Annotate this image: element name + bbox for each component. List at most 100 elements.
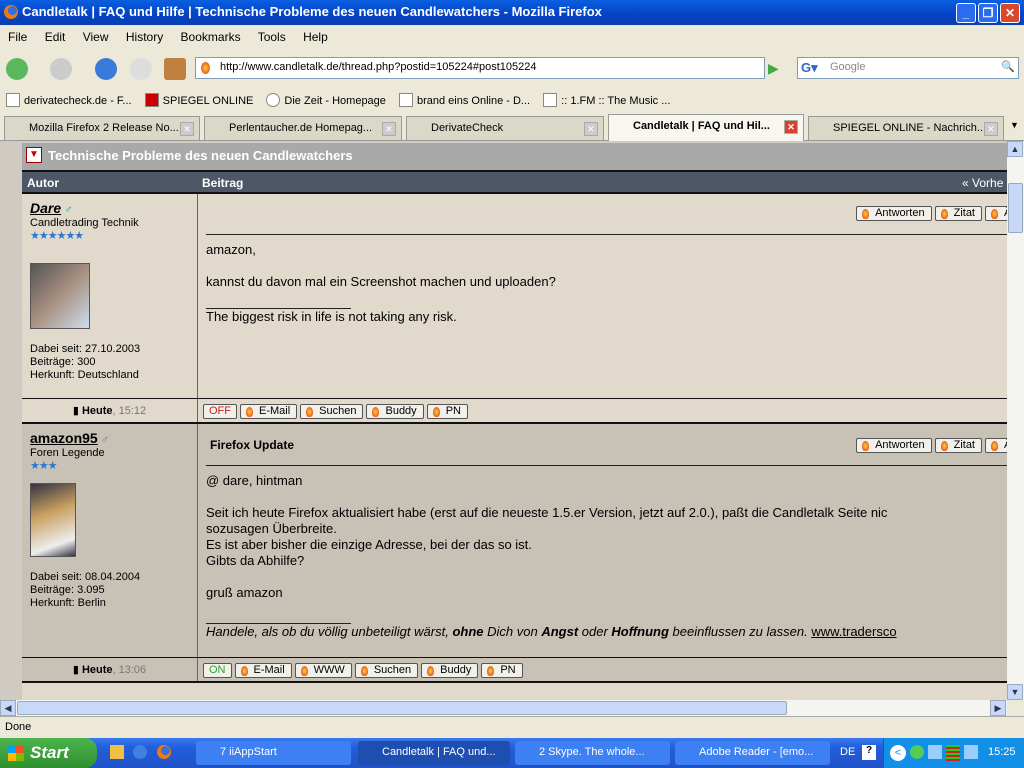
edit-button[interactable]: Ä (985, 206, 1007, 221)
url-text: http://www.candletalk.de/thread.php?post… (220, 61, 537, 73)
vertical-scrollbar[interactable]: ▲ ▼ (1007, 141, 1024, 700)
tray-expand-icon[interactable]: < (890, 745, 906, 761)
signature-link[interactable]: www.tradersco (811, 624, 896, 639)
post-time: , 13:06 (112, 664, 147, 676)
url-bar[interactable]: http://www.candletalk.de/thread.php?post… (195, 57, 779, 79)
menu-bookmarks[interactable]: Bookmarks (181, 30, 241, 44)
security-icon[interactable] (910, 745, 924, 759)
email-button[interactable]: E-Mail (234, 663, 292, 678)
reply-button[interactable]: Antworten (856, 438, 932, 453)
reply-button[interactable]: Antworten (856, 206, 932, 221)
scroll-up-icon[interactable]: ▲ (1007, 141, 1023, 157)
post-count: Beiträge: 3.095 (30, 584, 105, 596)
tab-spiegel[interactable]: SPIEGEL ONLINE - Nachrich... ✕ (808, 116, 1004, 140)
task-candletalk[interactable]: Candletalk | FAQ und... (358, 741, 510, 765)
menu-edit[interactable]: Edit (45, 30, 66, 44)
network-icon[interactable] (964, 745, 978, 759)
bookmark-item[interactable]: brand eins Online - D... (398, 93, 530, 107)
rank-stars: ★★★ (30, 460, 58, 472)
post-line: Seit ich heute Firefox aktualisiert habe… (206, 505, 888, 520)
minimize-button[interactable]: _ (956, 3, 976, 23)
google-icon[interactable]: G▾ (801, 60, 818, 76)
horizontal-scrollbar[interactable]: ◀ ▶ (0, 700, 1007, 716)
system-tray: < 15:25 (883, 738, 1024, 768)
search-magnifier-icon[interactable]: 🔍 (1001, 60, 1015, 73)
www-button[interactable]: WWW (294, 663, 352, 678)
post-line: kannst du davon mal ein Screenshot mache… (206, 274, 556, 289)
username[interactable]: Dare (30, 200, 61, 216)
close-tab-icon[interactable]: ✕ (382, 122, 396, 136)
bookmark-item[interactable]: Die Zeit - Homepage (266, 93, 386, 107)
close-tab-icon[interactable]: ✕ (584, 122, 598, 136)
back-icon[interactable] (6, 58, 28, 80)
collapse-arrow-icon[interactable]: ▼ (26, 147, 42, 163)
menu-view[interactable]: View (83, 30, 109, 44)
quote-button[interactable]: Zitat (934, 438, 982, 453)
post-line (206, 258, 556, 274)
post-day: Heute (81, 405, 113, 417)
scroll-thumb[interactable] (17, 701, 787, 715)
search-input[interactable]: G▾ Google 🔍 (797, 57, 1019, 79)
pm-button[interactable]: PN (481, 663, 523, 678)
pm-button[interactable]: PN (426, 404, 468, 419)
task-skype[interactable]: 2 Skype. The whole... (515, 741, 670, 765)
post-icon: ▮ (72, 664, 79, 676)
bookmark-item[interactable]: :: 1.FM :: The Music ... (543, 93, 670, 107)
menu-file[interactable]: File (8, 30, 27, 44)
post-line: Es ist aber bisher die einzige Adresse, … (206, 537, 532, 552)
scroll-thumb[interactable] (1008, 183, 1023, 233)
buddy-button[interactable]: Buddy (421, 663, 479, 678)
maximize-button[interactable]: ❐ (978, 3, 998, 23)
task-adobe-reader[interactable]: Adobe Reader - [emo... (675, 741, 830, 765)
start-button[interactable]: Start (0, 738, 97, 768)
help-icon[interactable]: ? (862, 745, 876, 760)
home-icon[interactable] (164, 58, 186, 80)
menu-help[interactable]: Help (303, 30, 328, 44)
tab-candletalk[interactable]: Candletalk | FAQ und Hil... ✕ (608, 114, 804, 141)
search-user-button[interactable]: Suchen (300, 404, 364, 419)
tab-firefox-release[interactable]: Mozilla Firefox 2 Release No... ✕ (4, 116, 200, 140)
task-iiappstart[interactable]: 7 iiAppStart (196, 741, 351, 765)
scroll-down-icon[interactable]: ▼ (1007, 684, 1023, 700)
email-button[interactable]: E-Mail (240, 404, 298, 419)
go-icon[interactable]: ▶ (768, 60, 779, 77)
stop-icon[interactable] (130, 58, 152, 80)
tab-perlentaucher[interactable]: Perlentaucher.de Homepag... ✕ (204, 116, 402, 140)
thread-header: ▼ Technische Probleme des neuen Candlewa… (22, 143, 1007, 170)
clock[interactable]: 15:25 (988, 746, 1016, 758)
language-indicator[interactable]: DE (840, 746, 855, 758)
close-tab-icon[interactable]: ✕ (784, 120, 798, 134)
windows-logo-icon (8, 745, 24, 761)
show-desktop-icon[interactable] (110, 745, 124, 759)
bookmark-item[interactable]: SPIEGEL ONLINE (144, 93, 253, 107)
menu-bar: File Edit View History Bookmarks Tools H… (0, 25, 1024, 48)
close-tab-icon[interactable]: ✕ (984, 122, 998, 136)
post-day: Heute (81, 664, 113, 676)
edit-button[interactable]: Ä (985, 438, 1007, 453)
menu-history[interactable]: History (126, 30, 163, 44)
ie-icon[interactable] (133, 745, 147, 759)
close-button[interactable]: ✕ (1000, 3, 1020, 23)
post-body: amazon, kannst du davon mal ein Screensh… (206, 242, 556, 325)
network-icon[interactable] (928, 745, 942, 759)
scroll-left-icon[interactable]: ◀ (0, 700, 16, 716)
reload-icon[interactable] (95, 58, 117, 80)
tab-bar: Mozilla Firefox 2 Release No... ✕ Perlent… (0, 114, 1024, 141)
username[interactable]: amazon95 (30, 430, 98, 446)
previous-thread-link[interactable]: « Vorhe (962, 176, 1003, 190)
search-user-button[interactable]: Suchen (354, 663, 419, 678)
quote-button[interactable]: Zitat (934, 206, 982, 221)
signature: Handele, als ob du völlig unbeteiligt wä… (206, 624, 897, 639)
forward-icon[interactable] (50, 58, 72, 80)
tab-derivatecheck[interactable]: DerivateCheck ✕ (406, 116, 604, 140)
buddy-button[interactable]: Buddy (366, 404, 424, 419)
bookmark-item[interactable]: derivatecheck.de - F... (6, 93, 132, 107)
close-tab-icon[interactable]: ✕ (180, 122, 194, 136)
spiegel-icon (144, 93, 159, 107)
post: Dare ♂ Candletrading Technik ★★★★★★ Dabe… (22, 192, 1007, 398)
menu-tools[interactable]: Tools (258, 30, 286, 44)
scroll-right-icon[interactable]: ▶ (990, 700, 1006, 716)
tab-list-icon[interactable]: ▼ (1010, 120, 1019, 130)
meter-icon[interactable] (946, 745, 960, 761)
firefox-quicklaunch-icon[interactable] (157, 745, 171, 762)
